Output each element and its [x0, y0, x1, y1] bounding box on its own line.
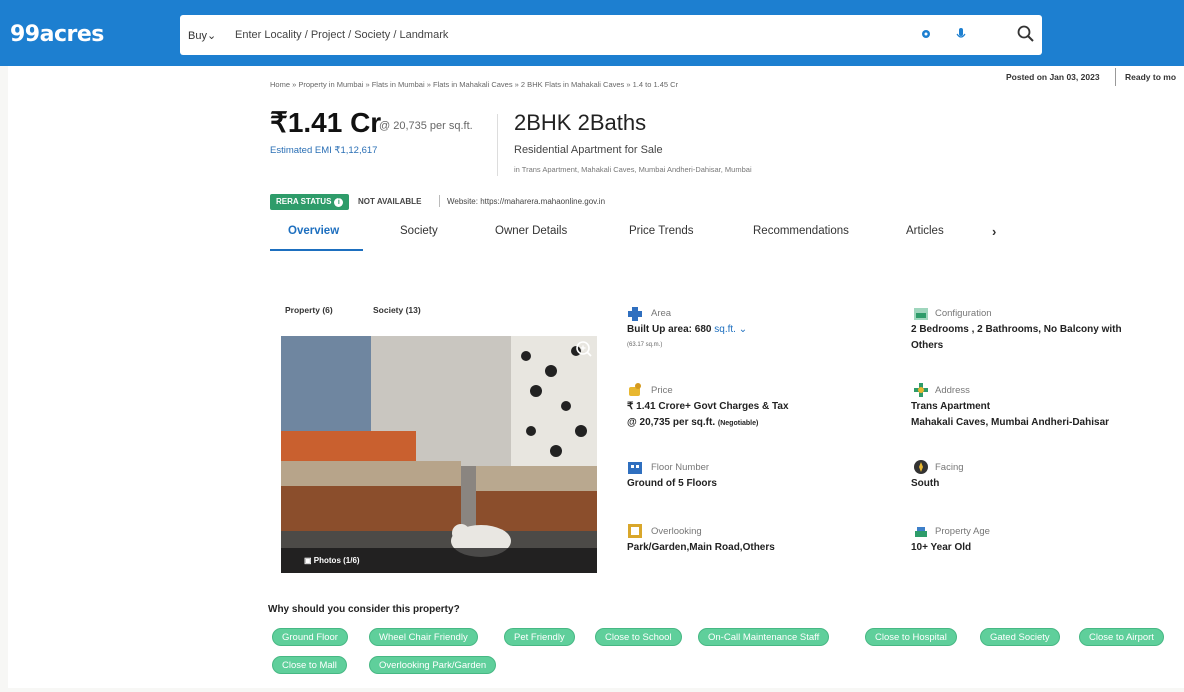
price: ₹1.41 Cr — [270, 107, 382, 138]
rera-status-badge[interactable]: RERA STATUS i — [270, 194, 350, 210]
info-icon[interactable]: i — [334, 198, 344, 207]
divider — [439, 195, 440, 207]
compass-icon — [914, 460, 928, 474]
search-bar[interactable]: Buy⌄ Enter Locality / Project / Society … — [180, 15, 1042, 55]
chip-pet-friendly[interactable]: Pet Friendly — [504, 628, 575, 646]
breadcrumb[interactable]: Home » Property in Mumbai » Flats in Mum… — [270, 80, 678, 89]
rera-website[interactable]: Website: https://maharera.mahaonline.gov… — [447, 197, 605, 206]
search-icon[interactable] — [1016, 24, 1036, 44]
tab-overview[interactable]: Overview — [288, 225, 339, 237]
area-sqm: (63.17 sq.m.) — [627, 342, 663, 348]
overlooking-label: Overlooking — [651, 526, 702, 537]
area-label: Area — [651, 308, 672, 319]
chip-close-to-school[interactable]: Close to School — [595, 628, 682, 646]
address-line2: Mahakali Caves, Mumbai Andheri-Dahisar — [911, 417, 1110, 428]
divider — [1115, 68, 1116, 86]
property-page: Home » Property in Mumbai » Flats in Mum… — [8, 66, 1184, 688]
possession-status: Ready to mo — [1125, 72, 1177, 82]
tab-price-trends[interactable]: Price Trends — [629, 225, 694, 237]
tab-owner-details[interactable]: Owner Details — [495, 225, 567, 237]
location-icon[interactable] — [920, 28, 932, 40]
property-age-label: Property Age — [935, 526, 990, 537]
photos-count[interactable]: ▣ Photos (1/6) — [304, 556, 360, 565]
buy-dropdown[interactable]: Buy⌄ — [188, 29, 216, 42]
property-age-icon — [915, 527, 927, 537]
rera-status-value: NOT AVAILABLE — [358, 197, 422, 206]
image-icon: ▣ — [304, 556, 314, 565]
chip-close-to-airport[interactable]: Close to Airport — [1079, 628, 1164, 646]
search-input[interactable]: Enter Locality / Project / Society / Lan… — [235, 29, 448, 41]
gallery-tab-property[interactable]: Property (6) — [285, 305, 333, 315]
configuration-label: Configuration — [935, 308, 992, 319]
overlooking-value: Park/Garden,Main Road,Others — [627, 542, 775, 553]
mic-icon[interactable] — [955, 27, 967, 41]
gallery-tab-society[interactable]: Society (13) — [373, 305, 421, 315]
floor-label: Floor Number — [651, 462, 710, 473]
address-line1: Trans Apartment — [911, 401, 991, 412]
price-per-sqft-detail: @ 20,735 per sq.ft. (Negotiable) — [627, 417, 758, 428]
floor-icon — [628, 462, 642, 474]
emi-link[interactable]: Estimated EMI ₹1,12,617 — [270, 145, 377, 156]
divider — [497, 114, 498, 176]
address-icon — [914, 383, 928, 397]
property-type: Residential Apartment for Sale — [514, 144, 663, 156]
area-unit-dropdown[interactable]: sq.ft. ⌄ — [714, 324, 747, 335]
property-title: 2BHK 2Baths — [514, 110, 647, 135]
chip-close-to-mall[interactable]: Close to Mall — [272, 656, 347, 674]
chip-overlooking-park[interactable]: Overlooking Park/Garden — [369, 656, 497, 674]
configuration-line2: Others — [911, 340, 944, 351]
chip-close-to-hospital[interactable]: Close to Hospital — [865, 628, 957, 646]
property-age-value: 10+ Year Old — [911, 542, 972, 553]
posted-date: Posted on Jan 03, 2023 — [1006, 72, 1100, 82]
tab-recommendations[interactable]: Recommendations — [753, 225, 849, 237]
price-per-sqft: @ 20,735 per sq.ft. — [379, 120, 473, 132]
area-value: Built Up area: 680 sq.ft. ⌄ — [627, 324, 747, 335]
configuration-icon — [914, 308, 928, 320]
chevron-down-icon: ⌄ — [738, 324, 748, 335]
area-icon — [628, 307, 642, 321]
rera-badge-label: RERA STATUS — [276, 197, 332, 206]
chip-ground-floor[interactable]: Ground Floor — [272, 628, 348, 646]
price-detail: ₹ 1.41 Crore+ Govt Charges & Tax — [627, 401, 789, 412]
chip-gated-society[interactable]: Gated Society — [980, 628, 1060, 646]
active-tab-indicator — [270, 249, 363, 251]
chip-wheel-chair-friendly[interactable]: Wheel Chair Friendly — [369, 628, 478, 646]
location-line: in Trans Apartment, Mahakali Caves, Mumb… — [514, 165, 752, 174]
area-value-text: Built Up area: 680 — [627, 324, 712, 335]
chevron-right-icon[interactable]: › — [992, 224, 996, 239]
tab-articles[interactable]: Articles — [906, 225, 944, 237]
buy-label: Buy — [188, 30, 207, 42]
zoom-icon[interactable] — [575, 340, 593, 358]
chip-on-call-maintenance[interactable]: On-Call Maintenance Staff — [698, 628, 830, 646]
facing-label: Facing — [935, 462, 964, 473]
why-consider-title: Why should you consider this property? — [268, 604, 460, 615]
tab-society[interactable]: Society — [400, 225, 438, 237]
configuration-line1: 2 Bedrooms , 2 Bathrooms, No Balcony wit… — [911, 324, 1122, 335]
top-header: 99acres Buy⌄ Enter Locality / Project / … — [0, 0, 1184, 66]
price-icon — [629, 383, 641, 396]
overlooking-icon — [628, 524, 642, 538]
address-label: Address — [935, 385, 970, 396]
facing-value: South — [911, 478, 940, 489]
property-photo[interactable] — [281, 336, 597, 573]
chevron-down-icon: ⌄ — [206, 30, 217, 42]
room-photo-image — [281, 336, 597, 573]
photos-count-label: Photos (1/6) — [313, 556, 360, 565]
site-logo[interactable]: 99acres — [10, 22, 104, 47]
price-per-sqft-text: @ 20,735 per sq.ft. — [627, 417, 716, 428]
negotiable-tag: (Negotiable) — [717, 420, 759, 427]
price-label: Price — [651, 385, 673, 396]
floor-value: Ground of 5 Floors — [627, 478, 717, 489]
area-unit-label: sq.ft. — [714, 324, 736, 335]
